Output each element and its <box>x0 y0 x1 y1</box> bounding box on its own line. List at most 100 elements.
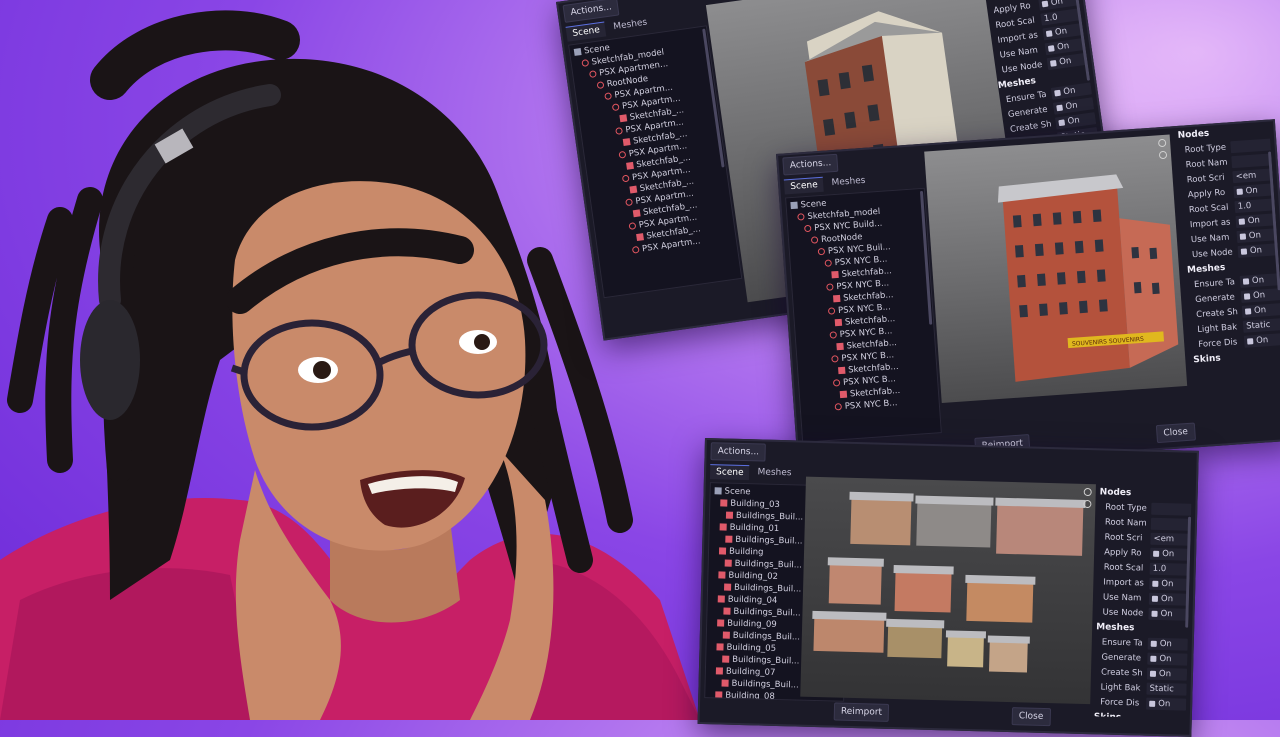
node-node-icon <box>834 403 843 411</box>
checkbox-icon <box>1239 232 1247 240</box>
checkbox-icon <box>1150 640 1157 647</box>
node-node-icon <box>581 59 590 67</box>
property-field[interactable] <box>1150 517 1192 531</box>
checkbox-icon <box>1056 104 1063 111</box>
property-label: Use Nam <box>1190 232 1230 245</box>
node-node-icon <box>588 70 597 79</box>
property-value: On <box>1251 274 1265 286</box>
property-value: On <box>1058 55 1072 67</box>
node-node-icon <box>826 283 834 291</box>
property-checkbox[interactable]: On <box>1239 272 1280 288</box>
property-checkbox[interactable]: On <box>1148 607 1189 621</box>
property-label: Light Bak <box>1196 321 1238 335</box>
import-dialog-buildings-pack: Actions... Scene Meshes Scene Building_03… <box>697 438 1199 737</box>
checkbox-icon <box>1242 277 1250 285</box>
actions-button[interactable]: Actions... <box>710 442 767 462</box>
property-checkbox[interactable]: On <box>1243 332 1280 348</box>
tab-scene[interactable]: Scene <box>565 20 607 42</box>
property-checkbox[interactable]: On <box>1147 652 1188 666</box>
scene-tree[interactable]: Scene Sketchfab_model PSX NYC Build... Root… <box>785 187 942 443</box>
property-value: On <box>1252 289 1266 301</box>
property-value: On <box>1056 40 1070 53</box>
light-toggle-icon[interactable] <box>1157 138 1167 148</box>
light-toggle-icon[interactable] <box>1083 487 1092 497</box>
light-toggle-icon[interactable] <box>1083 499 1092 509</box>
property-field[interactable]: 1.0 <box>1234 197 1276 213</box>
property-checkbox[interactable]: On <box>1236 227 1278 243</box>
mesh-node-icon <box>715 667 723 675</box>
viewport-controls <box>1157 138 1168 160</box>
tab-meshes[interactable]: Meshes <box>751 465 797 480</box>
property-checkbox[interactable]: On <box>1149 547 1191 561</box>
property-label: Root Scal <box>1188 202 1229 215</box>
tree-item-label: PSX NYC B... <box>844 398 898 412</box>
nyc-building-model: SOUVENIRS SOUVENIRS <box>997 174 1179 382</box>
property-checkbox[interactable]: On <box>1235 212 1277 228</box>
close-button[interactable]: Close <box>1155 422 1196 444</box>
tree-item-label: Building_01 <box>729 522 780 534</box>
import-dialog-nyc-building: Actions... Scene Meshes Scene Sketchfab_m… <box>776 119 1280 476</box>
property-checkbox[interactable]: On <box>1147 637 1188 651</box>
property-checkbox[interactable]: On <box>1233 182 1275 198</box>
property-checkbox[interactable]: On <box>1237 242 1279 258</box>
tree-item-label: Building <box>728 546 764 558</box>
property-field[interactable] <box>1231 152 1272 168</box>
property-label: Root Nam <box>1104 516 1147 529</box>
property-label: Apply Ro <box>1187 187 1226 200</box>
mesh-node-icon <box>718 571 726 579</box>
property-checkbox[interactable]: On <box>1149 577 1190 591</box>
property-value: On <box>1255 334 1269 346</box>
property-label: Root Type <box>1105 502 1147 514</box>
property-field[interactable]: <em <box>1232 167 1274 183</box>
tab-scene[interactable]: Scene <box>709 463 750 480</box>
node-node-icon <box>832 379 841 387</box>
tab-scene[interactable]: Scene <box>783 176 825 194</box>
checkbox-icon <box>1243 292 1251 300</box>
property-value: On <box>1253 304 1267 316</box>
node-node-icon <box>611 103 620 112</box>
mesh-node-icon <box>834 318 843 327</box>
close-button[interactable]: Close <box>1011 707 1051 727</box>
checkbox-icon <box>1236 188 1243 195</box>
node-node-icon <box>625 198 634 207</box>
mesh-node-icon <box>718 547 727 555</box>
property-value: On <box>1066 114 1081 127</box>
property-checkbox[interactable]: On <box>1241 302 1280 318</box>
3d-preview-viewport[interactable] <box>800 476 1096 705</box>
tab-meshes[interactable]: Meshes <box>607 15 654 35</box>
property-checkbox[interactable]: On <box>1240 287 1280 303</box>
mesh-node-icon <box>724 559 732 567</box>
mesh-node-icon <box>629 185 638 194</box>
checkbox-icon <box>1246 337 1254 345</box>
scene-node-icon <box>714 487 722 495</box>
property-label: Use Node <box>1191 246 1234 260</box>
property-label: Force Dis <box>1197 336 1238 350</box>
property-checkbox[interactable]: On <box>1148 592 1190 606</box>
property-field[interactable]: 1.0 <box>1149 562 1190 576</box>
property-field[interactable]: Static <box>1242 317 1280 333</box>
property-field[interactable] <box>1230 137 1271 153</box>
checkbox-icon <box>1152 580 1159 587</box>
3d-preview-viewport[interactable]: SOUVENIRS SOUVENIRS <box>924 134 1188 404</box>
scene-node-icon <box>573 48 582 56</box>
checkbox-icon <box>1041 0 1049 7</box>
property-field[interactable] <box>1151 502 1192 516</box>
actions-button[interactable]: Actions... <box>782 153 839 176</box>
mesh-node-icon <box>717 595 725 603</box>
tree-item-label: Buildings_Buil... <box>734 558 803 571</box>
mesh-node-icon <box>622 138 631 146</box>
reimport-button[interactable]: Reimport <box>833 702 890 722</box>
mesh-node-icon <box>836 342 844 351</box>
tab-meshes[interactable]: Meshes <box>825 173 872 190</box>
node-node-icon <box>631 245 640 254</box>
tree-item-label: Building_05 <box>726 642 777 654</box>
property-field[interactable]: <em <box>1150 532 1191 546</box>
node-node-icon <box>804 224 812 233</box>
tree-item-label: Buildings_Buil... <box>731 678 799 691</box>
property-label: Light Bak <box>1100 681 1141 693</box>
property-value: <em <box>1235 170 1257 182</box>
property-checkbox[interactable]: On <box>1146 667 1188 681</box>
checkbox-icon <box>1153 550 1160 557</box>
property-field[interactable]: Static <box>1146 682 1187 696</box>
light-toggle-icon[interactable] <box>1158 150 1168 160</box>
